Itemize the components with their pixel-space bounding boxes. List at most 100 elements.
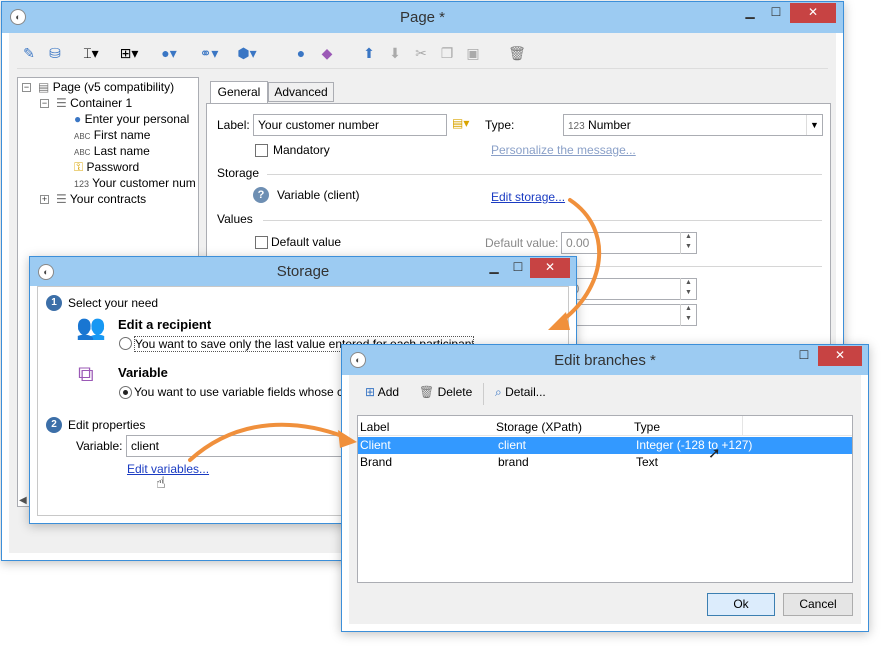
ok-button[interactable]: Ok	[707, 593, 775, 616]
hidden-value-spinner-1[interactable]: ▲ ▼	[680, 278, 696, 300]
default-value-spinner[interactable]: ▲ ▼	[680, 232, 696, 254]
detail-button[interactable]: ⌕ Detail...	[495, 385, 546, 400]
column-header-type[interactable]: Type	[634, 420, 660, 434]
globe-icon[interactable]: ●▾	[157, 41, 181, 65]
label-edit-icon[interactable]: ▤▾	[452, 116, 469, 130]
tree-item-first-name[interactable]: ABC First name	[74, 127, 150, 143]
tree-expand-toggle[interactable]: +	[40, 195, 49, 204]
maximize-button[interactable]: ☐	[763, 3, 789, 23]
minimize-button[interactable]: ▁	[737, 3, 763, 23]
edit-recipient-radio[interactable]	[119, 337, 132, 350]
personalize-link[interactable]: Personalize the message...	[491, 143, 636, 157]
edit-branches-titlebar: ◐ Edit branches * ☐ ✕	[342, 345, 868, 375]
tree-item-your-contracts[interactable]: ☰ Your contracts	[56, 191, 146, 207]
select-icon[interactable]: ⊞▾	[117, 41, 141, 65]
table-row[interactable]: Brand brand Text	[358, 454, 852, 471]
variable-desc: You want to use variable fields whose c	[134, 385, 344, 399]
variable-input[interactable]: client	[126, 435, 356, 457]
column-divider	[742, 416, 743, 436]
tree-scroll-left-icon[interactable]: ◀	[19, 495, 27, 506]
type-select[interactable]: 123 Number ▼	[563, 114, 823, 136]
tree-item-enter-personal[interactable]: ● Enter your personal	[74, 111, 189, 127]
search-icon: ⌕	[495, 385, 502, 399]
step-1-badge: 1	[46, 295, 62, 311]
branches-toolbar: ⊞ Add 🗑 Delete ⌕ Detail...	[357, 383, 853, 405]
step-2-label: Edit properties	[68, 418, 146, 432]
database-icon[interactable]: ⛁	[43, 41, 67, 65]
trash-icon[interactable]: 🗑	[505, 41, 529, 65]
table-row[interactable]: Client client Integer (-128 to +127)	[358, 437, 852, 454]
hidden-value-input-2[interactable]: 0	[561, 304, 697, 326]
cancel-button[interactable]: Cancel	[783, 593, 853, 616]
mandatory-label: Mandatory	[273, 143, 330, 157]
step-2-badge: 2	[46, 417, 62, 433]
edit-branches-window-title: Edit branches *	[554, 352, 656, 369]
tree-item-password[interactable]: ⚿ Password	[74, 159, 139, 175]
arrow-up-icon[interactable]: ⬆	[357, 41, 381, 65]
edit-variables-link[interactable]: Edit variables...	[127, 462, 209, 476]
hidden-value-spinner-2[interactable]: ▲ ▼	[680, 304, 696, 326]
cube-icon[interactable]: ⬢▾	[235, 41, 259, 65]
values-section-label: Values	[217, 212, 253, 226]
cut-icon[interactable]: ✂	[409, 41, 433, 65]
maximize-button[interactable]: ☐	[506, 258, 530, 278]
person-icon[interactable]: ●	[289, 41, 313, 65]
trash-icon: 🗑	[419, 385, 435, 399]
add-button[interactable]: ⊞ Add	[365, 385, 399, 399]
page-icon: ▤	[38, 80, 50, 94]
text-abc-icon: ABC	[74, 132, 91, 141]
label-input[interactable]: Your customer number	[253, 114, 447, 136]
tree-item-page[interactable]: ▤ Page (v5 compatibility)	[38, 79, 174, 95]
tree-collapse-toggle[interactable]: −	[40, 99, 49, 108]
add-icon: ⊞	[365, 385, 376, 399]
shapes-icon[interactable]: ◆	[315, 41, 339, 65]
edit-storage-link[interactable]: Edit storage...	[491, 190, 565, 204]
close-button[interactable]: ✕	[818, 346, 862, 366]
tree-collapse-toggle[interactable]: −	[22, 83, 31, 92]
paste-icon[interactable]: ▣	[461, 41, 485, 65]
storage-titlebar: ◐ Storage ▁ ☐ ✕	[30, 257, 576, 286]
close-button[interactable]: ✕	[530, 258, 570, 278]
text-abc-icon: ABC	[74, 148, 91, 157]
text-cursor-icon[interactable]: ⌶▾	[79, 41, 103, 65]
edit-branches-window: ◐ Edit branches * ☐ ✕ ⊞ Add 🗑 Delete ⌕ D…	[341, 344, 869, 632]
default-value-checkbox[interactable]	[255, 236, 268, 249]
cell-type: Text	[636, 455, 659, 469]
toolbar-divider	[483, 383, 484, 405]
column-header-label[interactable]: Label	[360, 420, 389, 434]
cell-label: Client	[360, 438, 391, 452]
edit-recipient-title: Edit a recipient	[118, 317, 212, 332]
hidden-value-input-1[interactable]: 00	[561, 278, 697, 300]
tree-item-container-1[interactable]: ☰ Container 1	[56, 95, 132, 111]
container-icon: ☰	[56, 96, 67, 110]
edit-branches-frame: ⊞ Add 🗑 Delete ⌕ Detail... Label Storage…	[349, 375, 861, 624]
tab-general[interactable]: General	[210, 81, 268, 103]
cell-label: Brand	[360, 455, 393, 469]
minimize-button[interactable]: ▁	[482, 258, 506, 278]
page-window-title: Page *	[399, 9, 446, 26]
globe-icon: ●	[74, 112, 82, 126]
number-type-icon: 123	[568, 121, 585, 132]
close-button[interactable]: ✕	[790, 3, 836, 23]
delete-button[interactable]: 🗑 Delete	[419, 385, 472, 399]
copy-icon[interactable]: ❐	[435, 41, 459, 65]
column-header-storage[interactable]: Storage (XPath)	[496, 420, 582, 434]
wizard-icon[interactable]: ✎	[17, 41, 41, 65]
mandatory-checkbox[interactable]	[255, 144, 268, 157]
cell-storage: brand	[498, 455, 529, 469]
maximize-button[interactable]: ☐	[792, 346, 816, 366]
cell-type: Integer (-128 to +127)	[636, 438, 753, 452]
link-icon[interactable]: ⚭▾	[197, 41, 221, 65]
default-value-checkbox-label: Default value	[271, 235, 342, 249]
tree-item-last-name[interactable]: ABC Last name	[74, 143, 150, 159]
variable-radio[interactable]	[119, 386, 132, 399]
recipients-icon: 👥	[76, 314, 106, 341]
variable-caption: Variable:	[76, 439, 123, 453]
branches-table: Label Storage (XPath) Type Client client…	[357, 415, 853, 583]
tab-advanced[interactable]: Advanced	[268, 82, 334, 102]
chevron-down-icon: ▼	[806, 115, 822, 135]
step-1-label: Select your need	[68, 296, 159, 310]
tree-item-customer-number[interactable]: 123 Your customer num	[74, 175, 196, 191]
arrow-down-icon[interactable]: ⬇	[383, 41, 407, 65]
default-value-input[interactable]: 0.00	[561, 232, 697, 254]
